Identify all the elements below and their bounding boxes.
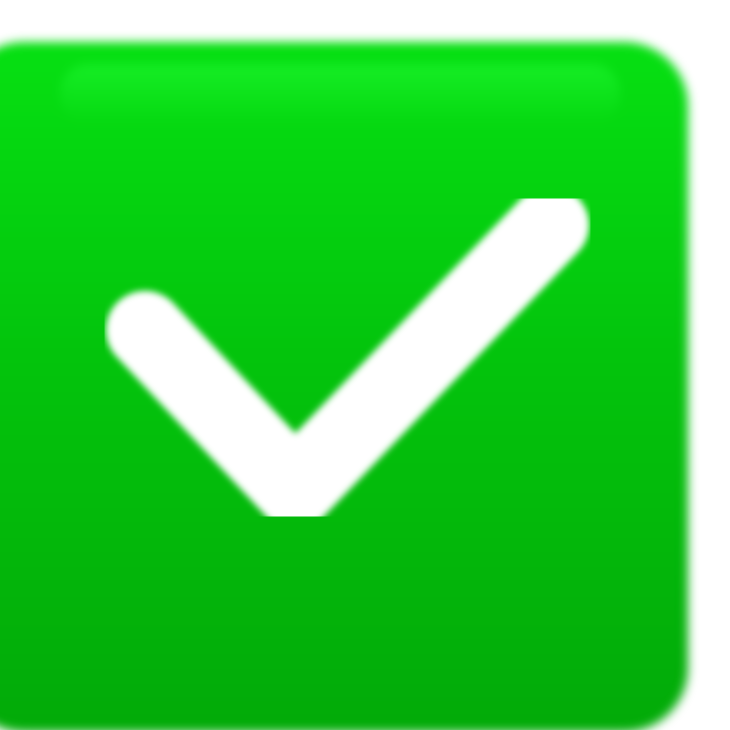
checkbox-canvas [0, 0, 730, 730]
checkmark-icon [0, 0, 730, 730]
